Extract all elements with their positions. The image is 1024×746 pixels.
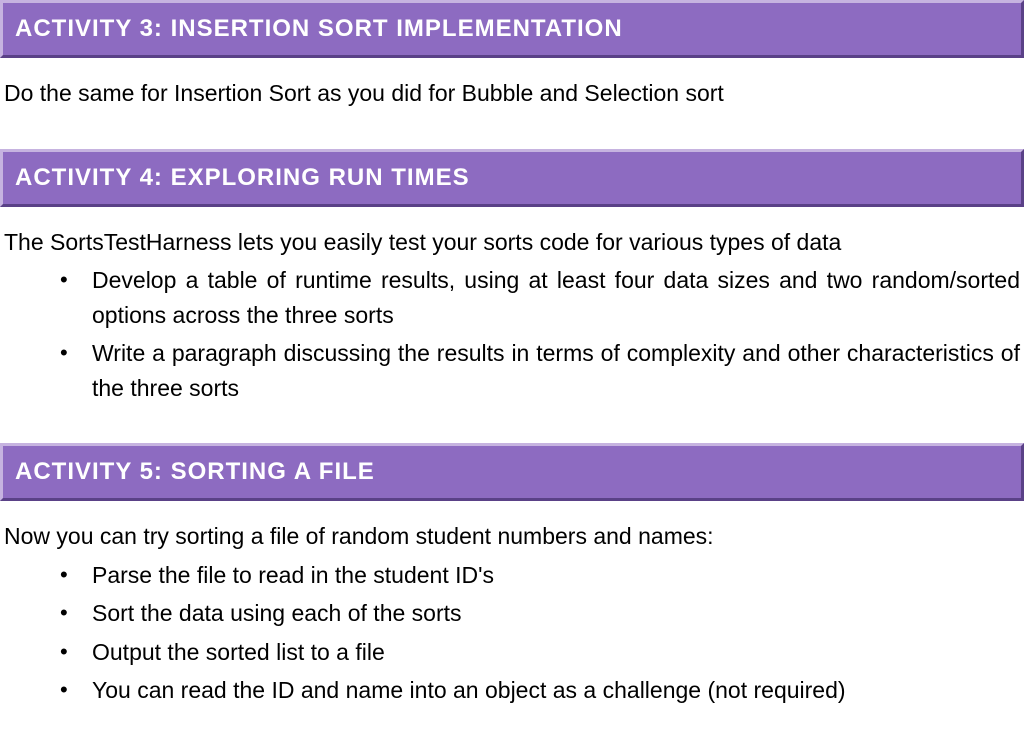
- activity-bullets: Develop a table of runtime results, usin…: [4, 263, 1020, 405]
- activity-block: ACTIVITY 3: INSERTION SORT IMPLEMENTATIO…: [0, 0, 1024, 111]
- bullet-text: Parse the file to read in the student ID…: [92, 562, 494, 588]
- list-item: Write a paragraph discussing the results…: [72, 336, 1020, 405]
- activity-header: ACTIVITY 3: INSERTION SORT IMPLEMENTATIO…: [0, 0, 1024, 58]
- activity-title: ACTIVITY 3: INSERTION SORT IMPLEMENTATIO…: [15, 15, 623, 42]
- activity-intro: Now you can try sorting a file of random…: [4, 519, 1020, 554]
- activity-block: ACTIVITY 5: SORTING A FILE Now you can t…: [0, 443, 1024, 708]
- activity-title: ACTIVITY 5: SORTING A FILE: [15, 458, 375, 485]
- bullet-text: Develop a table of runtime results, usin…: [92, 267, 1020, 328]
- list-item: Output the sorted list to a file: [72, 635, 1020, 670]
- activity-intro: The SortsTestHarness lets you easily tes…: [4, 225, 1020, 260]
- activity-header: ACTIVITY 5: SORTING A FILE: [0, 443, 1024, 501]
- activity-bullets: Parse the file to read in the student ID…: [4, 558, 1020, 708]
- list-item: You can read the ID and name into an obj…: [72, 673, 1020, 708]
- bullet-text: Write a paragraph discussing the results…: [92, 340, 1020, 401]
- activity-body: Do the same for Insertion Sort as you di…: [0, 76, 1024, 111]
- bullet-text: Output the sorted list to a file: [92, 639, 385, 665]
- list-item: Sort the data using each of the sorts: [72, 596, 1020, 631]
- activity-intro: Do the same for Insertion Sort as you di…: [4, 76, 1020, 111]
- bullet-text: You can read the ID and name into an obj…: [92, 677, 846, 703]
- activity-body: The SortsTestHarness lets you easily tes…: [0, 225, 1024, 406]
- list-item: Develop a table of runtime results, usin…: [72, 263, 1020, 332]
- bullet-text: Sort the data using each of the sorts: [92, 600, 462, 626]
- activity-header: ACTIVITY 4: EXPLORING RUN TIMES: [0, 149, 1024, 207]
- activity-title: ACTIVITY 4: EXPLORING RUN TIMES: [15, 164, 470, 191]
- list-item: Parse the file to read in the student ID…: [72, 558, 1020, 593]
- activity-block: ACTIVITY 4: EXPLORING RUN TIMES The Sort…: [0, 149, 1024, 406]
- activity-body: Now you can try sorting a file of random…: [0, 519, 1024, 708]
